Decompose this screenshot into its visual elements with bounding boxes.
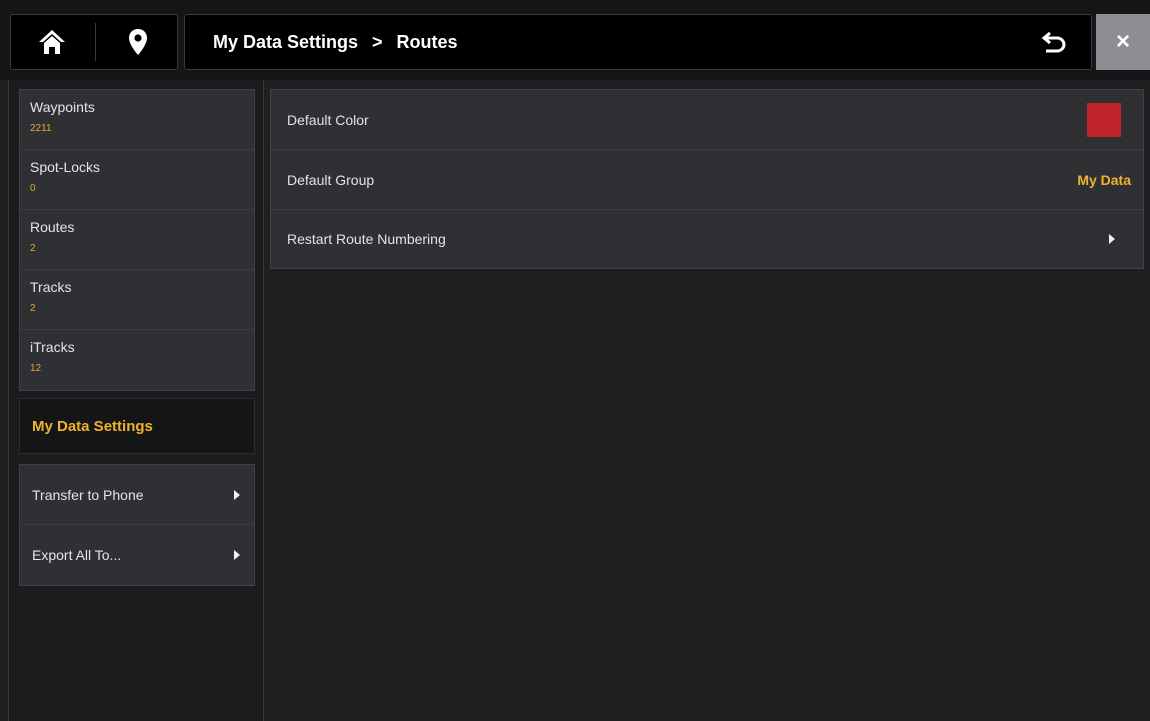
category-count: 2 — [30, 243, 36, 254]
breadcrumb-separator: > — [372, 31, 383, 52]
setting-label: Default Color — [287, 111, 369, 128]
category-label: Waypoints — [30, 99, 95, 115]
undo-arrow-icon — [1041, 31, 1066, 53]
setting-label: Restart Route Numbering — [287, 231, 446, 247]
chevron-right-icon — [234, 550, 240, 560]
location-button[interactable] — [97, 15, 179, 69]
setting-value: My Data — [1077, 171, 1131, 188]
color-swatch[interactable] — [1087, 102, 1121, 137]
action-label: Export All To... — [32, 547, 122, 563]
category-count: 12 — [30, 363, 42, 374]
chevron-right-icon — [1109, 234, 1115, 244]
sidebar: Waypoints 2211 Spot-Locks 0 Routes 2 Tra… — [8, 80, 264, 721]
restart-route-numbering-row[interactable]: Restart Route Numbering — [271, 210, 1143, 268]
category-label: iTracks — [30, 339, 75, 355]
home-icon — [39, 30, 65, 54]
breadcrumb: My Data Settings > Routes — [213, 15, 458, 69]
sidebar-item-itracks[interactable]: iTracks 12 — [20, 330, 254, 390]
close-button[interactable]: × — [1096, 14, 1150, 70]
default-group-row[interactable]: Default Group My Data — [271, 150, 1143, 210]
breadcrumb-item-my-data-settings[interactable]: My Data Settings — [213, 32, 358, 53]
export-all-button[interactable]: Export All To... — [20, 525, 254, 585]
close-icon: × — [1115, 28, 1130, 55]
breadcrumb-item-routes: Routes — [396, 31, 458, 52]
title-bar: My Data Settings > Routes — [184, 14, 1092, 70]
map-pin-icon — [129, 29, 147, 55]
category-label: Spot-Locks — [30, 159, 101, 175]
data-category-list: Waypoints 2211 Spot-Locks 0 Routes 2 Tra… — [19, 89, 255, 391]
nav-button-group — [10, 14, 178, 70]
category-count: 2 — [30, 303, 36, 314]
sidebar-item-waypoints[interactable]: Waypoints 2211 — [20, 90, 254, 150]
sidebar-item-routes[interactable]: Routes 2 — [20, 210, 254, 270]
sidebar-item-spot-locks[interactable]: Spot-Locks 0 — [20, 150, 254, 210]
default-color-row[interactable]: Default Color — [271, 90, 1143, 150]
transfer-to-phone-button[interactable]: Transfer to Phone — [20, 465, 254, 525]
setting-label: Default Group — [287, 171, 375, 188]
action-label: Transfer to Phone — [32, 486, 144, 503]
home-button[interactable] — [11, 15, 93, 69]
category-count: 2211 — [30, 123, 52, 134]
chevron-right-icon — [234, 489, 240, 500]
top-bar: My Data Settings > Routes × — [0, 0, 1150, 80]
sidebar-item-tracks[interactable]: Tracks 2 — [20, 270, 254, 330]
route-settings-list: Default Color Default Group My Data Rest… — [270, 89, 1144, 269]
category-label: Routes — [30, 219, 75, 235]
category-count: 0 — [30, 183, 36, 194]
sidebar-action-list: Transfer to Phone Export All To... — [19, 464, 255, 586]
nav-separator — [95, 23, 96, 61]
sidebar-item-my-data-settings[interactable]: My Data Settings — [19, 398, 255, 454]
category-label: Tracks — [30, 279, 72, 295]
back-button[interactable] — [1031, 15, 1077, 69]
